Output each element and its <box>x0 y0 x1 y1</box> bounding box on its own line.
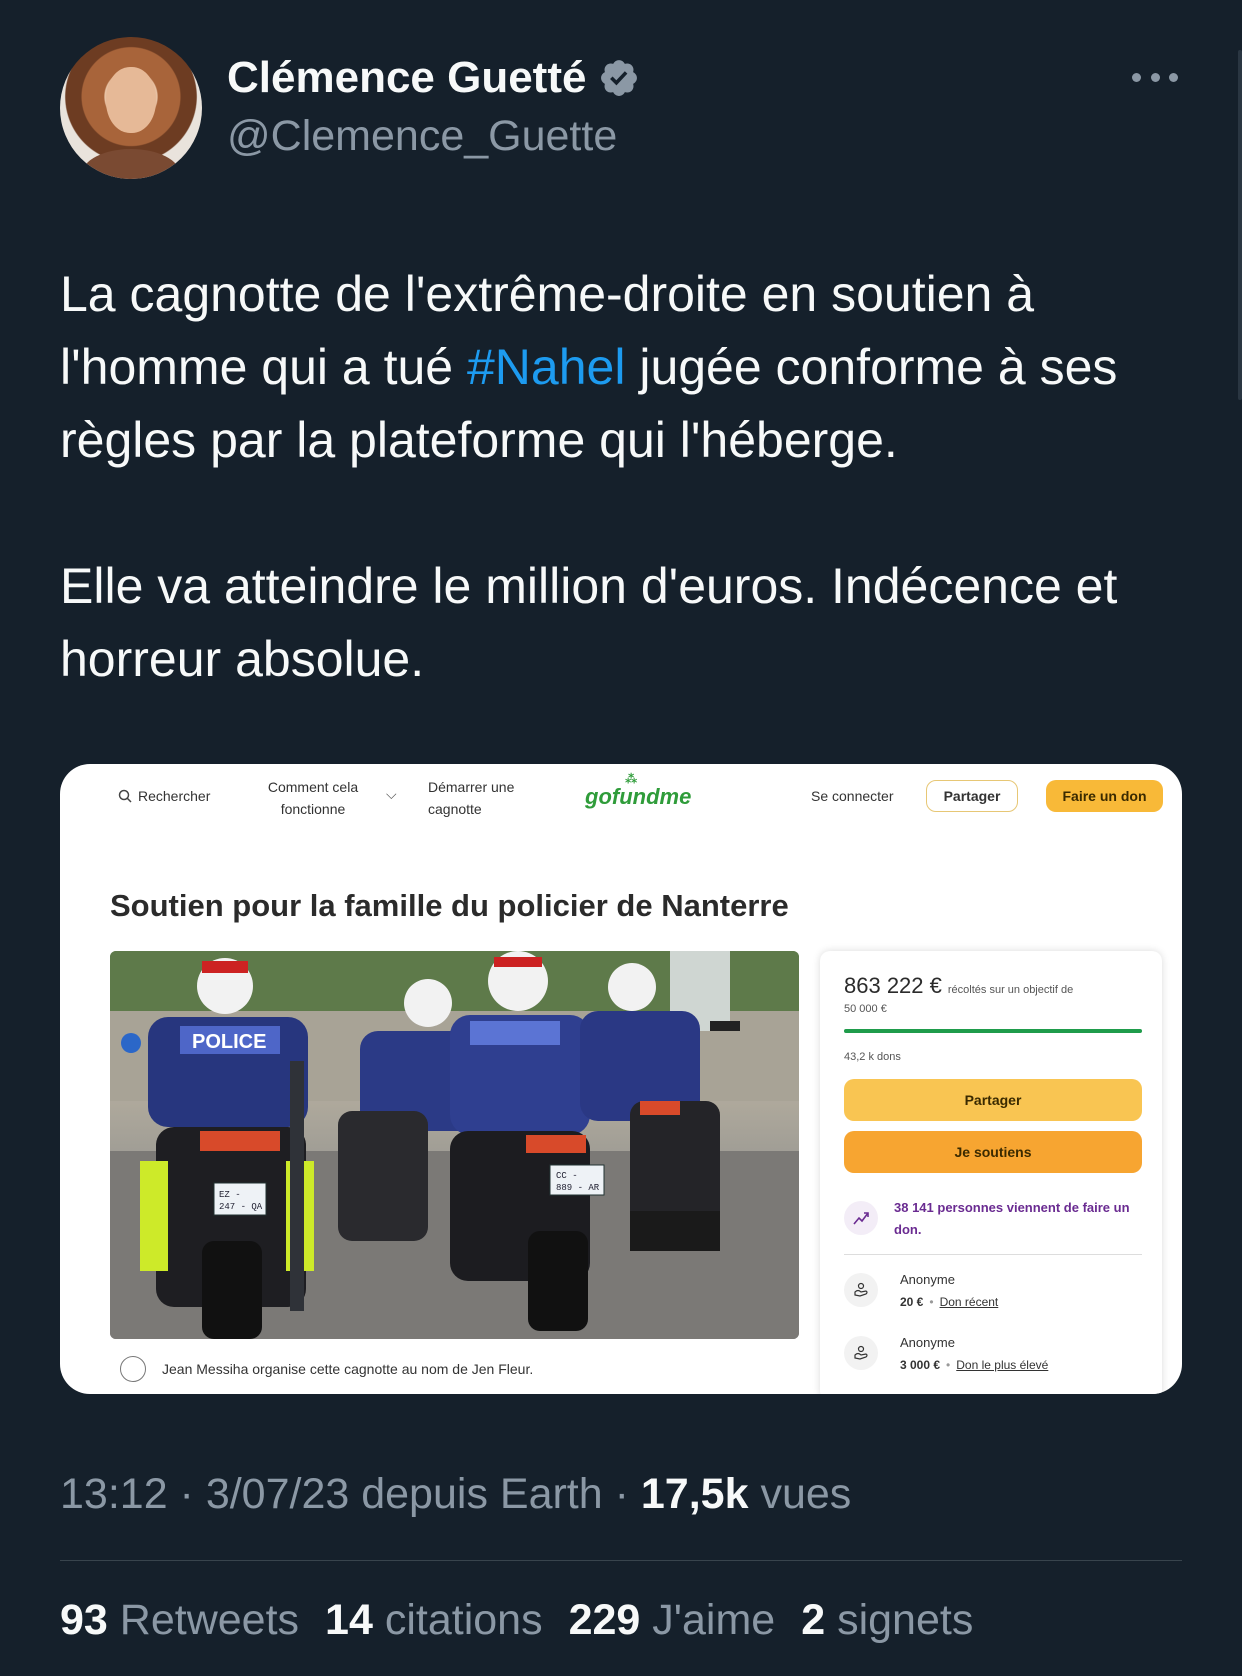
likes-stat[interactable]: 229 J'aime <box>569 1596 776 1645</box>
recent-donations-notice: 38 141 personnes viennent de faire un do… <box>844 1197 1142 1241</box>
share-button: Partager <box>844 1079 1142 1121</box>
gofundme-logo: ⁂ gofundme <box>585 772 692 810</box>
search-icon <box>118 789 132 803</box>
start-line2: cagnotte <box>428 801 482 817</box>
author-name-text[interactable]: Clémence Guetté <box>227 53 586 103</box>
donation-card: 863 222 € récoltés sur un objectif de 50… <box>820 951 1162 1394</box>
organizer-info: Jean Messiha organise cette cagnotte au … <box>120 1356 533 1382</box>
avatar-shirt <box>82 149 180 179</box>
more-options-icon[interactable] <box>1132 64 1178 90</box>
retweets-label: Retweets <box>119 1596 300 1644</box>
bookmarks-label: signets <box>837 1596 974 1644</box>
retweets-count: 93 <box>60 1596 108 1644</box>
verified-badge-icon <box>601 60 638 96</box>
donations-count: 43,2 k dons <box>844 1051 901 1063</box>
tweet-timestamp[interactable]: 13:12 · 3/07/23 depuis Earth · <box>60 1470 641 1518</box>
dot <box>1169 72 1178 82</box>
author-name[interactable]: Clémence Guetté <box>227 53 640 103</box>
organizer-text: Jean Messiha organise cette cagnotte au … <box>162 1361 534 1377</box>
donor-meta: 20 € • Don récent <box>900 1291 998 1313</box>
bookmarks-count: 2 <box>801 1596 826 1644</box>
login-link: Se connecter <box>811 788 894 804</box>
progress-fill <box>844 1029 1142 1033</box>
donor-name: Anonyme <box>900 1272 955 1287</box>
tweet-text: La cagnotte de l'extrême-droite en souti… <box>60 258 1190 769</box>
gofundme-nav: Rechercher Comment cela fonctionne ⌵ Dém… <box>60 764 1182 834</box>
goal-text: récoltés sur un objectif de <box>947 984 1074 996</box>
donor-amount: 3 000 € <box>900 1358 941 1372</box>
tweet-paragraph-1: La cagnotte de l'extrême-droite en souti… <box>60 258 1190 477</box>
gofundme-search: Rechercher <box>118 788 210 804</box>
divider <box>844 1254 1142 1255</box>
retweets-stat[interactable]: 93 Retweets <box>60 1596 299 1645</box>
engagement-stats: 93 Retweets 14 citations 229 J'aime 2 si… <box>60 1596 973 1645</box>
progress-bar <box>844 1029 1142 1033</box>
svg-text:EZ -: EZ - <box>219 1190 241 1200</box>
campaign-title: Soutien pour la famille du policier de N… <box>110 888 789 923</box>
avatar-face <box>106 67 156 133</box>
donate-nav-button: Faire un don <box>1046 780 1163 812</box>
views-label: vues <box>748 1470 852 1518</box>
start-campaign-link: Démarrer une cagnotte <box>428 776 538 820</box>
logo-text: gofundme <box>585 784 692 809</box>
svg-text:889 - AR: 889 - AR <box>556 1183 600 1193</box>
dot-separator: • <box>929 1295 934 1309</box>
svg-text:247 - QA: 247 - QA <box>219 1202 263 1212</box>
donor-details: Anonyme 20 € • Don récent <box>900 1269 998 1313</box>
tweet-paragraph-2: Elle va atteindre le million d'euros. In… <box>60 558 1118 687</box>
donor-amount: 20 € <box>900 1295 924 1309</box>
likes-label: J'aime <box>652 1596 776 1644</box>
trending-icon <box>844 1201 878 1235</box>
campaign-photo: POLICE EZ - 247 - QA CC - 889 - AR <box>110 951 799 1339</box>
quotes-label: citations <box>384 1596 543 1644</box>
likes-count: 229 <box>568 1596 641 1644</box>
share-nav-button: Partager <box>926 780 1018 812</box>
views-count: 17,5k <box>640 1470 749 1518</box>
donor-tag: Don le plus élevé <box>956 1358 1049 1372</box>
police-label: POLICE <box>192 1031 266 1053</box>
tweet-metadata: 13:12 · 3/07/23 depuis Earth · 17,5k vue… <box>60 1470 851 1519</box>
quotes-count: 14 <box>325 1596 373 1644</box>
donor-meta: 3 000 € • Don le plus élevé <box>900 1354 1048 1376</box>
donation-hand-icon <box>844 1336 878 1370</box>
quotes-stat[interactable]: 14 citations <box>325 1596 543 1645</box>
chevron-down-icon: ⌵ <box>386 786 397 802</box>
how-line2: fonctionne <box>280 801 346 817</box>
recent-donations-text: 38 141 personnes viennent de faire un do… <box>894 1200 1130 1237</box>
avatar[interactable] <box>60 37 202 179</box>
dot-separator: • <box>946 1358 951 1372</box>
scrollbar-thumb[interactable] <box>1238 50 1242 400</box>
donor-item: Anonyme 20 € • Don récent <box>844 1269 1142 1313</box>
raised-amount: 863 222 € <box>844 973 942 998</box>
donor-tag: Don récent <box>939 1295 999 1309</box>
person-icon <box>120 1356 146 1382</box>
hashtag-link[interactable]: #Nahel <box>467 339 625 395</box>
donor-details: Anonyme 3 000 € • Don le plus élevé <box>900 1332 1048 1376</box>
how-it-works-link: Comment cela fonctionne <box>258 776 368 820</box>
amount-line: 863 222 € récoltés sur un objectif de <box>844 973 1073 999</box>
dot <box>1150 72 1160 82</box>
author-handle[interactable]: @Clemence_Guette <box>227 112 617 161</box>
donor-item: Anonyme 3 000 € • Don le plus élevé <box>844 1332 1142 1376</box>
donor-name: Anonyme <box>900 1335 955 1350</box>
how-line1: Comment cela <box>267 779 359 795</box>
support-button: Je soutiens <box>844 1131 1142 1173</box>
sun-icon: ⁂ <box>625 772 639 786</box>
police-motorcycles-illustration: POLICE EZ - 247 - QA CC - 889 - AR <box>110 951 799 1339</box>
tweet-media-image[interactable]: Rechercher Comment cela fonctionne ⌵ Dém… <box>60 764 1182 1394</box>
donation-hand-icon <box>844 1273 878 1307</box>
dot <box>1132 72 1141 82</box>
search-label: Rechercher <box>138 788 211 804</box>
goal-amount: 50 000 € <box>844 1003 887 1015</box>
start-line1: Démarrer une <box>428 779 515 795</box>
divider <box>60 1560 1182 1561</box>
svg-text:CC -: CC - <box>556 1171 578 1181</box>
bookmarks-stat[interactable]: 2 signets <box>801 1596 973 1645</box>
